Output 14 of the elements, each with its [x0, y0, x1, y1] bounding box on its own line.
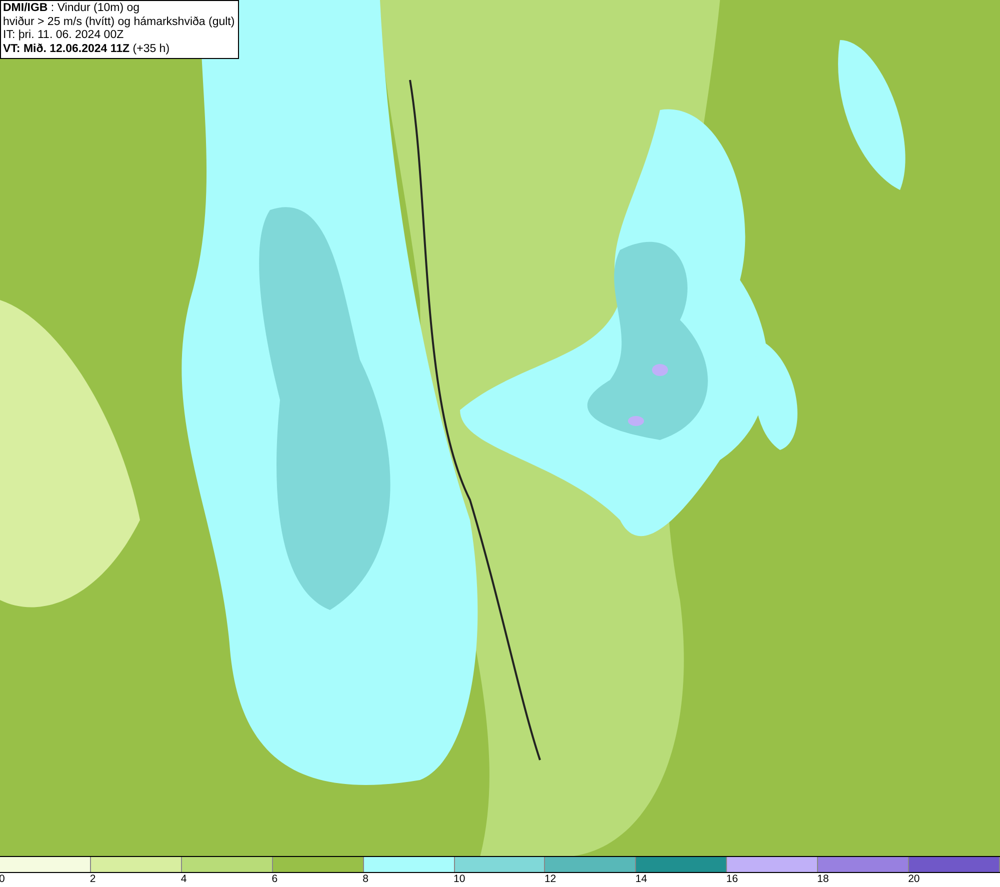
legend-text: IT: þri. 11. 06. 2024 00Z: [3, 29, 125, 42]
scale-label: 16: [726, 873, 738, 886]
scale-label: 8: [362, 873, 368, 886]
scale-label: 20: [908, 873, 920, 886]
scale-label: 14: [635, 873, 648, 886]
scale-label: 12: [544, 873, 556, 886]
legend-text: DMI/IGB : Vindur (10m) og: [3, 2, 141, 16]
scale-label: 6: [272, 873, 278, 886]
legend-text: hviður > 25 m/s (hvítt) og hámarkshviða (gult): [3, 16, 235, 29]
scale-label: 10: [454, 873, 466, 886]
scale-label: 18: [817, 873, 829, 886]
scale-label: 2: [90, 873, 96, 886]
scale-label: 4: [180, 873, 187, 886]
legend-text: VT: Mið. 12.06.2024 11Z (+35 h): [3, 42, 171, 56]
